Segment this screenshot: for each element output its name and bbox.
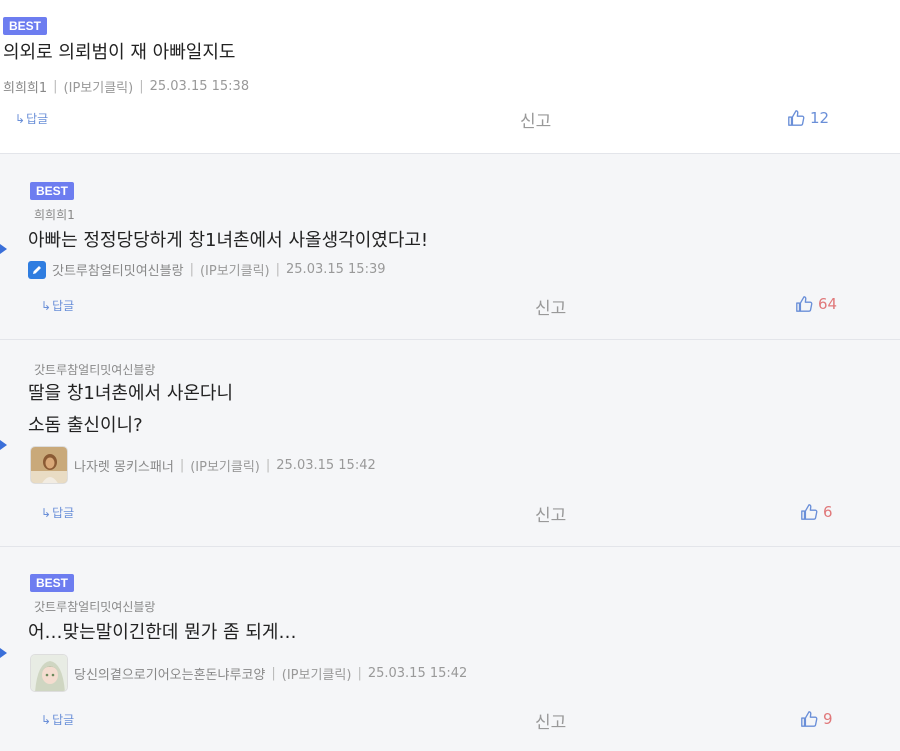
reply-button[interactable]: ↳ 답글 — [41, 711, 74, 728]
meta-separator: | — [53, 79, 58, 94]
comment-text-line: 아빠는 정정당당하게 창1녀촌에서 사올생각이였다고! — [28, 230, 429, 251]
reply-arrow-icon — [0, 648, 7, 658]
reply-label: 답글 — [52, 506, 75, 520]
pencil-icon — [28, 260, 46, 279]
comment-datetime: 25.03.15 15:42 — [367, 665, 468, 681]
like-button[interactable]: 9 — [800, 710, 833, 728]
comment-4: BEST 갓트루참얼티밋여신블랑 어…맞는말이긴한데 뭔가 좀 되게… 당신의곁… — [0, 547, 900, 751]
thumbs-up-icon — [801, 504, 818, 520]
meta-separator: | — [265, 457, 271, 473]
comment-text-line: 의외로 의뢰범이 재 아빠일지도 — [3, 42, 236, 63]
reply-arrow-icon — [0, 244, 7, 254]
ip-view-link[interactable]: (IP보기클릭) — [200, 260, 270, 279]
comment-text: 의외로 의뢰범이 재 아빠일지도 — [3, 37, 235, 69]
comment-meta: 나자렛 몽키스패너 | (IP보기클릭) | 25.03.15 15:42 — [30, 446, 376, 484]
comment-text-line: 소돔 출신이니? — [28, 415, 143, 436]
comment-text: 아빠는 정정당당하게 창1녀촌에서 사올생각이였다고! — [28, 225, 428, 257]
meta-separator: | — [271, 665, 276, 681]
ip-view-link[interactable]: (IP보기클릭) — [190, 456, 260, 475]
reply-arrow-icon: ↳ — [15, 111, 26, 126]
like-button[interactable]: 64 — [795, 295, 837, 313]
like-button[interactable]: 12 — [787, 109, 829, 127]
like-button[interactable]: 6 — [800, 503, 833, 521]
reply-button[interactable]: ↳ 답글 — [41, 504, 74, 521]
comment-text-line: 어…맞는말이긴한데 뭔가 좀 되게… — [28, 622, 297, 643]
reply-label: 답글 — [52, 713, 75, 727]
comment-datetime: 25.03.15 15:38 — [149, 79, 250, 94]
like-count: 6 — [823, 503, 833, 521]
avatar[interactable] — [30, 654, 68, 692]
ip-view-link[interactable]: (IP보기클릭) — [64, 77, 134, 96]
thumbs-up-icon — [788, 110, 805, 126]
like-count: 9 — [823, 710, 833, 728]
reply-label: 답글 — [52, 299, 75, 313]
thumbs-up-icon — [801, 711, 818, 727]
comment-1: BEST 의외로 의뢰범이 재 아빠일지도 희희희1 | (IP보기클릭) | … — [0, 0, 900, 154]
like-count: 12 — [810, 109, 830, 127]
meta-separator: | — [275, 262, 281, 277]
comment-author[interactable]: 갓트루참얼티밋여신블랑 — [52, 260, 184, 279]
avatar[interactable] — [30, 446, 68, 484]
report-button[interactable]: 신고 — [535, 708, 566, 733]
best-badge: BEST — [30, 182, 75, 200]
comment-text: 어…맞는말이긴한데 뭔가 좀 되게… — [28, 617, 296, 649]
comment-2: BEST 희희희1 아빠는 정정당당하게 창1녀촌에서 사올생각이였다고! 갓트… — [0, 154, 900, 340]
meta-separator: | — [179, 457, 185, 473]
reply-label: 답글 — [26, 112, 49, 126]
thumbs-up-icon — [796, 296, 813, 312]
comment-text: 딸을 창1녀촌에서 사온다니 소돔 출신이니? — [28, 378, 233, 442]
comment-meta: 희희희1 | (IP보기클릭) | 25.03.15 15:38 — [3, 77, 249, 96]
comment-meta: 갓트루참얼티밋여신블랑 | (IP보기클릭) | 25.03.15 15:39 — [28, 260, 386, 279]
report-button[interactable]: 신고 — [535, 294, 566, 319]
report-button[interactable]: 신고 — [535, 501, 566, 526]
reply-arrow-icon — [0, 440, 7, 450]
comment-datetime: 25.03.15 15:42 — [276, 457, 376, 473]
reply-arrow-icon: ↳ — [41, 712, 52, 727]
meta-separator: | — [189, 262, 194, 277]
comment-author[interactable]: 나자렛 몽키스패너 — [74, 456, 174, 475]
parent-author: 희희희1 — [34, 208, 75, 222]
best-badge: BEST — [30, 574, 75, 592]
comment-text-line: 딸을 창1녀촌에서 사온다니 — [28, 383, 234, 404]
meta-separator: | — [357, 665, 362, 681]
best-badge: BEST — [3, 17, 48, 35]
reply-arrow-icon: ↳ — [41, 298, 52, 313]
like-count: 64 — [818, 295, 838, 313]
reply-button[interactable]: ↳ 답글 — [41, 297, 74, 314]
comment-3: 갓트루참얼티밋여신블랑 딸을 창1녀촌에서 사온다니 소돔 출신이니? 나자렛 … — [0, 340, 900, 547]
comment-datetime: 25.03.15 15:39 — [286, 262, 386, 277]
comment-meta: 당신의곁으로기어오는혼돈냐루코양 | (IP보기클릭) | 25.03.15 1… — [30, 654, 467, 692]
reply-button[interactable]: ↳ 답글 — [15, 110, 48, 127]
reply-arrow-icon: ↳ — [41, 505, 52, 520]
parent-author: 갓트루참얼티밋여신블랑 — [34, 363, 156, 377]
parent-author: 갓트루참얼티밋여신블랑 — [34, 600, 156, 614]
report-button[interactable]: 신고 — [520, 107, 551, 132]
meta-separator: | — [139, 79, 144, 94]
comment-author[interactable]: 당신의곁으로기어오는혼돈냐루코양 — [74, 664, 265, 683]
ip-view-link[interactable]: (IP보기클릭) — [282, 664, 352, 683]
comment-author[interactable]: 희희희1 — [3, 77, 47, 96]
